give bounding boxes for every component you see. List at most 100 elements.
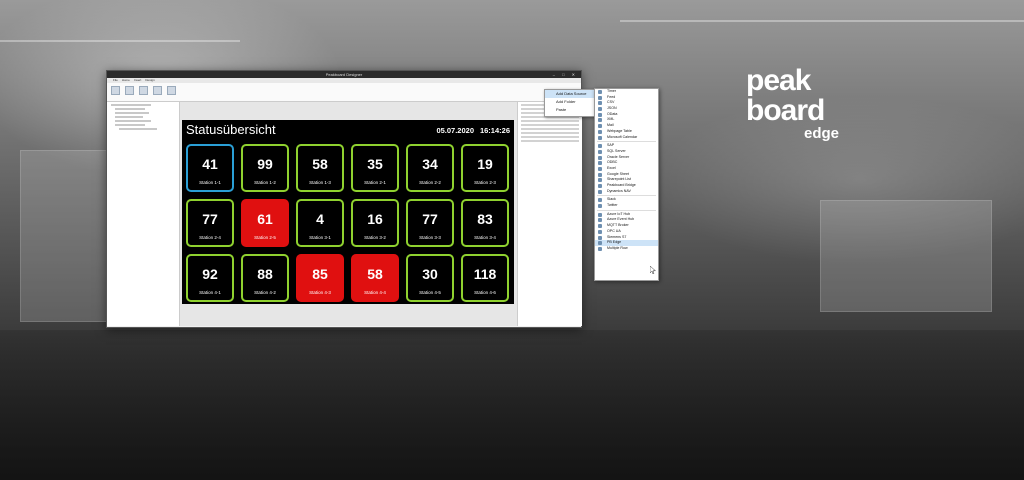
station-value: 77 (422, 210, 438, 227)
submenu-item-label: Sharepoint List (607, 177, 631, 182)
station-tile[interactable]: 92 Station 4-1 (186, 254, 234, 302)
station-tile[interactable]: 4 Station 3-1 (296, 199, 344, 247)
data-source-icon (598, 229, 602, 234)
submenu-item-label: OPC UA (607, 228, 621, 233)
ribbon-button[interactable] (125, 86, 134, 95)
data-source-icon (598, 246, 602, 251)
station-label: Station 4-2 (254, 289, 276, 295)
status-dashboard[interactable]: Statusübersicht 05.07.2020 16:14:26 41 St… (182, 120, 514, 304)
ribbon-button[interactable] (139, 86, 148, 95)
station-label: Station 2-5 (254, 234, 276, 240)
background-beam (0, 40, 240, 42)
ribbon-button[interactable] (153, 86, 162, 95)
tree-item[interactable] (115, 120, 151, 122)
data-source-icon (598, 218, 602, 223)
station-value: 92 (202, 265, 218, 282)
station-tile[interactable]: 19 Station 2-3 (461, 144, 509, 192)
station-label: Station 1-3 (309, 179, 331, 185)
station-value: 41 (202, 155, 218, 172)
data-source-icon (598, 235, 602, 240)
dashboard-title: Statusübersicht (186, 122, 276, 137)
data-source-icon (598, 172, 602, 177)
station-label: Station 3-3 (419, 234, 441, 240)
submenu-item-label: CSV (607, 100, 615, 105)
station-tile[interactable]: 30 Station 4-5 (406, 254, 454, 302)
submenu-item-label: PB Edge (607, 240, 622, 245)
data-source-icon (598, 161, 602, 166)
station-label: Station 3-4 (474, 234, 496, 240)
svg-text:peak: peak (746, 64, 812, 97)
submenu-item-label: Peakboard Bridge (607, 183, 636, 187)
station-tile[interactable]: 77 Station 3-3 (406, 199, 454, 247)
station-value: 118 (473, 265, 497, 282)
station-tile[interactable]: 99 Station 1-2 (241, 144, 289, 192)
submenu-item-label: Feed (607, 94, 616, 99)
station-value: 99 (257, 155, 273, 172)
station-tile[interactable]: 61 Station 2-5 (241, 199, 289, 247)
station-label: Station 1-1 (199, 179, 221, 185)
station-tile[interactable]: 118 Station 4-6 (461, 254, 509, 302)
station-tile[interactable]: 58 Station 4-4 (351, 254, 399, 302)
tree-item[interactable] (115, 112, 149, 114)
submenu-item-label: SAP (607, 143, 615, 148)
tree-item[interactable] (111, 104, 151, 106)
station-value: 16 (367, 210, 383, 227)
ribbon-button[interactable] (111, 86, 120, 95)
data-source-icon (598, 129, 602, 134)
data-source-icon (598, 166, 602, 171)
station-tile[interactable]: 83 Station 3-4 (461, 199, 509, 247)
submenu-item-label: JSON (607, 106, 617, 111)
submenu-item-label: Siemens S7 (607, 234, 627, 239)
dashboard-time: 16:14:26 (479, 126, 510, 135)
station-value: 61 (257, 210, 273, 227)
data-source-icon (598, 149, 602, 154)
data-source-icon (598, 107, 602, 112)
station-tile[interactable]: 41 Station 1-1 (186, 144, 234, 192)
station-value: 77 (202, 210, 218, 227)
peakboard-logo-graphic: peak board edge (746, 64, 839, 142)
data-source-icon (598, 95, 602, 100)
data-source-submenu: Timer Feed CSV JSON OData XML Mail Webpage Tabl… (594, 88, 659, 281)
svg-text:board: board (746, 94, 824, 127)
submenu-item[interactable]: Multiple Row (595, 246, 658, 252)
station-tile[interactable]: 35 Station 2-1 (351, 144, 399, 192)
background-beam (620, 20, 1024, 22)
menu-separator (597, 141, 656, 143)
station-label: Station 2-4 (199, 234, 221, 240)
submenu-item[interactable]: Twitter (595, 203, 658, 209)
submenu-item-label: Mail (607, 123, 614, 128)
tree-item[interactable] (119, 128, 157, 130)
tree-item[interactable] (115, 108, 145, 110)
station-tile[interactable]: 77 Station 2-4 (186, 199, 234, 247)
ribbon-toolbar (107, 83, 581, 102)
tree-item[interactable] (115, 116, 143, 118)
submenu-item-label: Webpage Table (607, 128, 632, 133)
property-row (521, 132, 579, 134)
submenu-item-label: ODBC (607, 160, 618, 165)
station-value: 88 (257, 265, 273, 282)
submenu-item-label: XML (607, 117, 615, 122)
station-tile[interactable]: 58 Station 1-3 (296, 144, 344, 192)
window-controls[interactable]: – □ ✕ (553, 72, 578, 77)
station-value: 58 (312, 155, 328, 172)
submenu-item[interactable]: Dynamics NAV (595, 189, 658, 195)
station-tile[interactable]: 88 Station 4-2 (241, 254, 289, 302)
tree-item[interactable] (115, 124, 145, 126)
station-tile-grid: 41 Station 1-1 99 Station 1-2 58 Station 1-3 3… (186, 144, 512, 302)
submenu-item-label: Twitter (607, 203, 618, 208)
station-value: 34 (422, 155, 438, 172)
data-source-icon (598, 178, 602, 183)
ribbon-button[interactable] (167, 86, 176, 95)
submenu-item-label: OData (607, 111, 618, 116)
station-tile[interactable]: 34 Station 2-2 (406, 144, 454, 192)
submenu-item-label: Azure IoT Hub (607, 211, 631, 216)
menu-separator (597, 195, 656, 197)
station-tile[interactable]: 85 Station 4-3 (296, 254, 344, 302)
submenu-item-label: Excel (607, 165, 616, 170)
station-tile[interactable]: 16 Station 3-2 (351, 199, 399, 247)
station-label: Station 2-1 (364, 179, 386, 185)
submenu-item-label: Google Sheet (607, 171, 629, 176)
property-row (521, 136, 579, 138)
properties-panel (517, 102, 582, 326)
submenu-item[interactable]: Microsoft Calendar (595, 135, 658, 141)
